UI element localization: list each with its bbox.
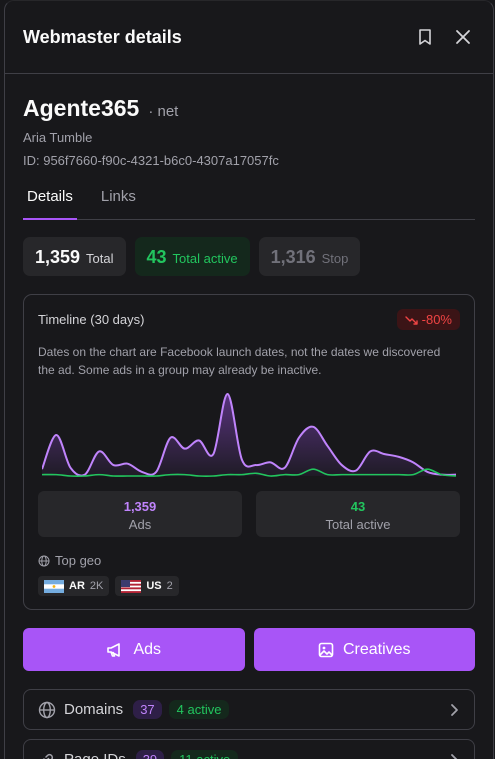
domains-active-badge: 4 active	[168, 700, 230, 719]
active-summary-label: Total active	[325, 517, 391, 532]
stat-active: 43 Total active	[134, 237, 250, 276]
top-geo-heading: Top geo	[38, 553, 101, 568]
ads-series-area	[42, 393, 456, 476]
geo-count: 2K	[89, 580, 104, 592]
domains-count-badge: 37	[133, 700, 162, 719]
stats-row: 1,359 Total 43 Total active 1,316 Stop	[23, 237, 475, 276]
stat-total: 1,359 Total	[23, 237, 126, 276]
active-summary: 43 Total active	[256, 491, 460, 537]
webmaster-details-panel: Webmaster details Agente365 · net Aria T…	[4, 0, 494, 759]
geo-list: AR 2K US 2	[38, 576, 179, 596]
tab-links[interactable]: Links	[97, 188, 140, 219]
geo-count: 2	[166, 580, 173, 592]
geo-chip-us: US 2	[115, 576, 179, 596]
page-ids-count-badge: 39	[135, 750, 165, 759]
timeline-note: Dates on the chart are Facebook launch d…	[38, 345, 441, 377]
globe-icon	[38, 701, 56, 718]
webmaster-name: Agente365	[23, 95, 140, 121]
bookmark-icon[interactable]	[413, 25, 437, 49]
top-geo-label: Top geo	[55, 553, 102, 568]
megaphone-icon	[107, 642, 121, 657]
ads-button-label: Ads	[133, 640, 162, 658]
geo-chip-ar: AR 2K	[38, 576, 110, 596]
image-icon	[318, 642, 334, 657]
creatives-button-label: Creatives	[342, 640, 411, 658]
panel-title: Webmaster details	[23, 26, 182, 47]
chevron-right-icon	[451, 703, 458, 716]
domains-row-label: Domains	[64, 701, 124, 718]
link-icon	[42, 753, 54, 759]
tab-bar: Details Links	[23, 188, 475, 220]
detail-rows: Domains 37 4 active Page IDs 39 11 activ…	[23, 689, 475, 759]
webmaster-id: ID: 956f7660-f90c-4321-b6c0-4307a17057fc	[23, 153, 279, 168]
domains-row[interactable]: Domains 37 4 active	[23, 689, 475, 730]
geo-code: US	[146, 580, 162, 592]
panel-header: Webmaster details	[5, 1, 493, 74]
change-badge: -80%	[396, 309, 460, 330]
timeline-chart	[42, 392, 456, 477]
active-summary-value: 43	[350, 499, 366, 514]
ads-button[interactable]: Ads	[23, 628, 245, 671]
webmaster-tld: · net	[148, 103, 179, 120]
stat-total-value: 1,359	[35, 247, 81, 267]
trend-down-icon	[404, 315, 418, 325]
owner-name: Aria Tumble	[23, 130, 93, 145]
page-ids-row-label: Page IDs	[64, 751, 126, 759]
globe-icon	[38, 555, 50, 566]
page-ids-active-badge: 11 active	[171, 750, 239, 759]
stat-active-label: Total active	[172, 251, 238, 266]
stat-stop-value: 1,316	[270, 247, 316, 267]
chevron-right-icon	[451, 753, 458, 759]
ads-summary-value: 1,359	[123, 499, 157, 514]
geo-code: AR	[69, 580, 85, 592]
change-value: -80%	[421, 312, 452, 327]
stat-stop: 1,316 Stop	[258, 237, 361, 276]
stat-active-value: 43	[146, 247, 167, 267]
argentina-flag-icon	[44, 579, 64, 593]
profile-heading: Agente365 · net	[23, 95, 475, 122]
action-buttons: Ads Creatives	[23, 628, 475, 671]
ads-summary: 1,359 Ads	[38, 491, 242, 537]
stat-stop-label: Stop	[321, 251, 349, 266]
creatives-button[interactable]: Creatives	[253, 628, 475, 671]
page-ids-row[interactable]: Page IDs 39 11 active	[23, 739, 475, 759]
tab-details[interactable]: Details	[23, 188, 77, 220]
timeline-title: Timeline (30 days)	[38, 312, 145, 327]
stat-total-label: Total	[86, 251, 114, 266]
usa-flag-icon	[121, 579, 142, 593]
timeline-card: Timeline (30 days) -80% Dates on the cha…	[23, 294, 475, 610]
ads-summary-label: Ads	[128, 517, 152, 532]
close-icon[interactable]	[451, 25, 475, 49]
